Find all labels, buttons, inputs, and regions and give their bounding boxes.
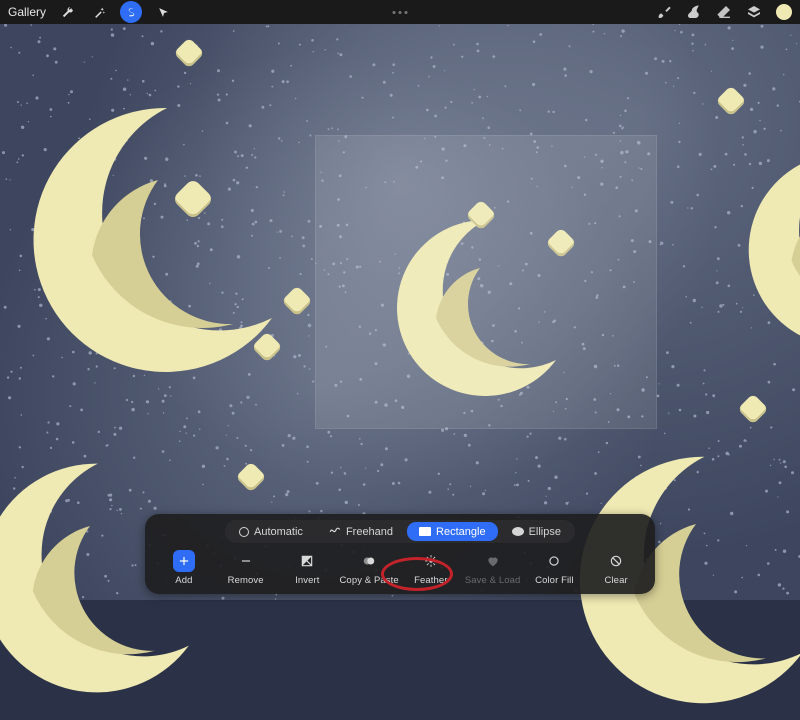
selection-mode-segmented: Automatic Freehand Rectangle Ellipse <box>225 520 575 543</box>
wand-icon <box>93 6 106 19</box>
brush-button[interactable] <box>656 4 672 20</box>
layers-button[interactable] <box>746 4 762 20</box>
dots-icon <box>399 11 402 14</box>
action-label: Add <box>175 575 192 586</box>
clear-icon <box>609 554 623 568</box>
eraser-button[interactable] <box>716 4 732 20</box>
layers-icon <box>746 4 762 20</box>
mode-rectangle[interactable]: Rectangle <box>407 522 498 541</box>
action-feather[interactable]: Feather <box>400 548 462 588</box>
mode-label: Automatic <box>254 526 303 538</box>
actions-button[interactable] <box>56 1 78 23</box>
mode-label: Rectangle <box>436 526 486 538</box>
rectangle-icon <box>419 527 431 536</box>
action-invert[interactable]: Invert <box>277 548 339 588</box>
top-toolbar-left: Gallery <box>8 1 174 23</box>
ellipse-icon <box>512 527 524 536</box>
adjustments-button[interactable] <box>88 1 110 23</box>
feather-icon <box>424 554 438 568</box>
minus-icon <box>239 554 253 568</box>
action-label: Invert <box>295 575 319 586</box>
action-label: Remove <box>228 575 264 586</box>
top-toolbar: Gallery <box>0 0 800 24</box>
transform-button[interactable] <box>152 1 174 23</box>
selection-actions: Add Remove Invert Copy & Paste Feather S… <box>153 548 647 588</box>
sparkle <box>235 461 266 492</box>
color-picker-button[interactable] <box>776 4 792 20</box>
action-copy-paste[interactable]: Copy & Paste <box>338 548 400 588</box>
action-label: Save & Load <box>465 575 521 586</box>
invert-icon <box>300 554 314 568</box>
sparkle <box>715 85 746 116</box>
color-fill-icon <box>547 554 561 568</box>
eraser-icon <box>716 4 732 20</box>
action-label: Color Fill <box>535 575 573 586</box>
wrench-icon <box>61 6 74 19</box>
moon-shape <box>730 140 800 360</box>
dots-icon <box>393 11 396 14</box>
arrow-icon <box>157 6 170 19</box>
mode-automatic[interactable]: Automatic <box>227 522 315 541</box>
action-label: Clear <box>605 575 628 586</box>
selection-button[interactable] <box>120 1 142 23</box>
heart-icon <box>486 554 500 568</box>
action-save-load[interactable]: Save & Load <box>462 548 524 588</box>
dots-icon <box>405 11 408 14</box>
action-clear[interactable]: Clear <box>585 548 647 588</box>
top-toolbar-right <box>656 4 792 20</box>
selection-marquee[interactable] <box>316 136 656 428</box>
action-label: Copy & Paste <box>339 575 398 586</box>
mode-freehand[interactable]: Freehand <box>317 522 405 541</box>
brush-icon <box>656 4 672 20</box>
action-add[interactable]: Add <box>153 548 215 588</box>
canvas-artwork[interactable] <box>0 0 800 600</box>
modify-menu-button[interactable] <box>393 11 408 14</box>
action-remove[interactable]: Remove <box>215 548 277 588</box>
mode-label: Ellipse <box>529 526 561 538</box>
selection-panel: Automatic Freehand Rectangle Ellipse Add… <box>145 514 655 594</box>
action-color-fill[interactable]: Color Fill <box>524 548 586 588</box>
freehand-icon <box>329 525 341 538</box>
mode-label: Freehand <box>346 526 393 538</box>
action-label: Feather <box>414 575 447 586</box>
selection-s-icon <box>125 6 138 19</box>
sparkle <box>173 37 204 68</box>
automatic-icon <box>239 527 249 537</box>
smudge-icon <box>686 4 702 20</box>
mode-ellipse[interactable]: Ellipse <box>500 522 573 541</box>
sparkle <box>737 393 768 424</box>
copy-paste-icon <box>362 554 376 568</box>
smudge-button[interactable] <box>686 4 702 20</box>
gallery-button[interactable]: Gallery <box>8 5 46 19</box>
plus-icon <box>177 554 191 568</box>
